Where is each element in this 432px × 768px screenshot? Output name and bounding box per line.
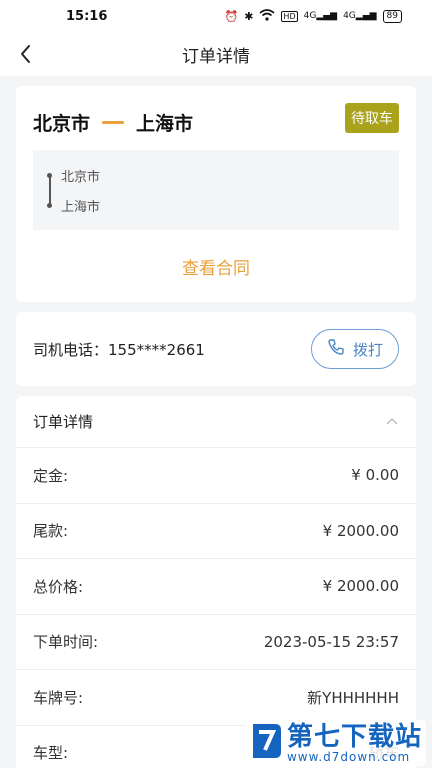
watermark-logo: 第七下载站 www.d7down.com [244,720,426,766]
detail-value: ¥ 2000.00 [322,577,399,596]
detail-label: 尾款: [33,522,69,541]
hd-icon: HD [281,10,298,22]
detail-row-plate: 车牌号: 新YHHHHHH [16,670,416,726]
start-point-label: 北京市 [61,169,101,185]
signal-icon-1: 4G▂▄▆ [303,11,338,21]
status-icons: ⏰ ✱ HD 4G▂▄▆ 4G▂▄▆ 89 [224,8,402,24]
watermark-text: 第七下载站 www.d7down.com [287,723,422,764]
detail-label: 车牌号: [33,688,84,707]
driver-card: 司机电话：155****2661 拨打 [16,312,416,386]
detail-label: 下单时间: [33,633,99,652]
d7-logo-icon [249,722,283,764]
alarm-icon: ⏰ [224,9,239,23]
status-bar: 15:16 ⏰ ✱ HD 4G▂▄▆ 4G▂▄▆ 89 [0,0,432,32]
detail-row-total: 总价格: ¥ 2000.00 [16,559,416,615]
back-icon[interactable] [14,41,40,67]
detail-row-balance: 尾款: ¥ 2000.00 [16,504,416,559]
detail-value: ¥ 2000.00 [322,521,399,540]
driver-phone-number: 155****2661 [108,340,205,359]
details-header[interactable]: 订单详情 [16,396,416,448]
detail-value: ¥ 0.00 [351,466,399,485]
order-details-card: 订单详情 定金: ¥ 0.00 尾款: ¥ 2000.00 总价格: ¥ 200… [16,396,416,768]
to-city: 上海市 [136,112,194,135]
watermark-main: 第七下载站 [286,721,422,752]
route-box: 北京市 上海市 [33,150,399,230]
nav-bar: 订单详情 [0,32,432,76]
signal-icon-2: 4G▂▄▆ [343,11,377,21]
details-title: 订单详情 [33,413,94,431]
dial-label: 拨打 [352,340,383,359]
driver-phone-label: 司机电话： [33,340,109,359]
route-card: 北京市 上海市 待取车 北京市 上海市 查看合同 [16,86,416,302]
chevron-up-icon[interactable] [385,413,399,431]
end-point-label: 上海市 [61,199,101,215]
watermark-sub: www.d7down.com [286,749,411,764]
detail-label: 总价格: [33,577,84,596]
dial-button[interactable]: 拨打 [311,329,399,369]
driver-phone: 司机电话：155****2661 [33,339,205,360]
route-start: 北京市 [47,160,385,190]
status-badge: 待取车 [345,103,399,133]
detail-label: 车型: [33,744,69,763]
route-arrow-icon [102,120,125,124]
view-contract-button[interactable]: 查看合同 [33,254,399,279]
detail-label: 定金: [33,466,69,485]
route-connector [49,177,51,205]
detail-value: 2023-05-15 23:57 [263,632,399,651]
detail-row-deposit: 定金: ¥ 0.00 [16,448,416,504]
detail-row-order-time: 下单时间: 2023-05-15 23:57 [16,615,416,670]
wifi-icon [259,8,275,24]
bluetooth-icon: ✱ [244,9,254,23]
phone-icon [327,338,345,360]
from-city: 北京市 [33,112,91,135]
status-time: 15:16 [66,8,108,24]
battery-icon: 89 [382,9,402,23]
page-title: 订单详情 [182,46,250,67]
route-end: 上海市 [47,190,385,220]
detail-value: 新YHHHHHH [307,688,399,707]
